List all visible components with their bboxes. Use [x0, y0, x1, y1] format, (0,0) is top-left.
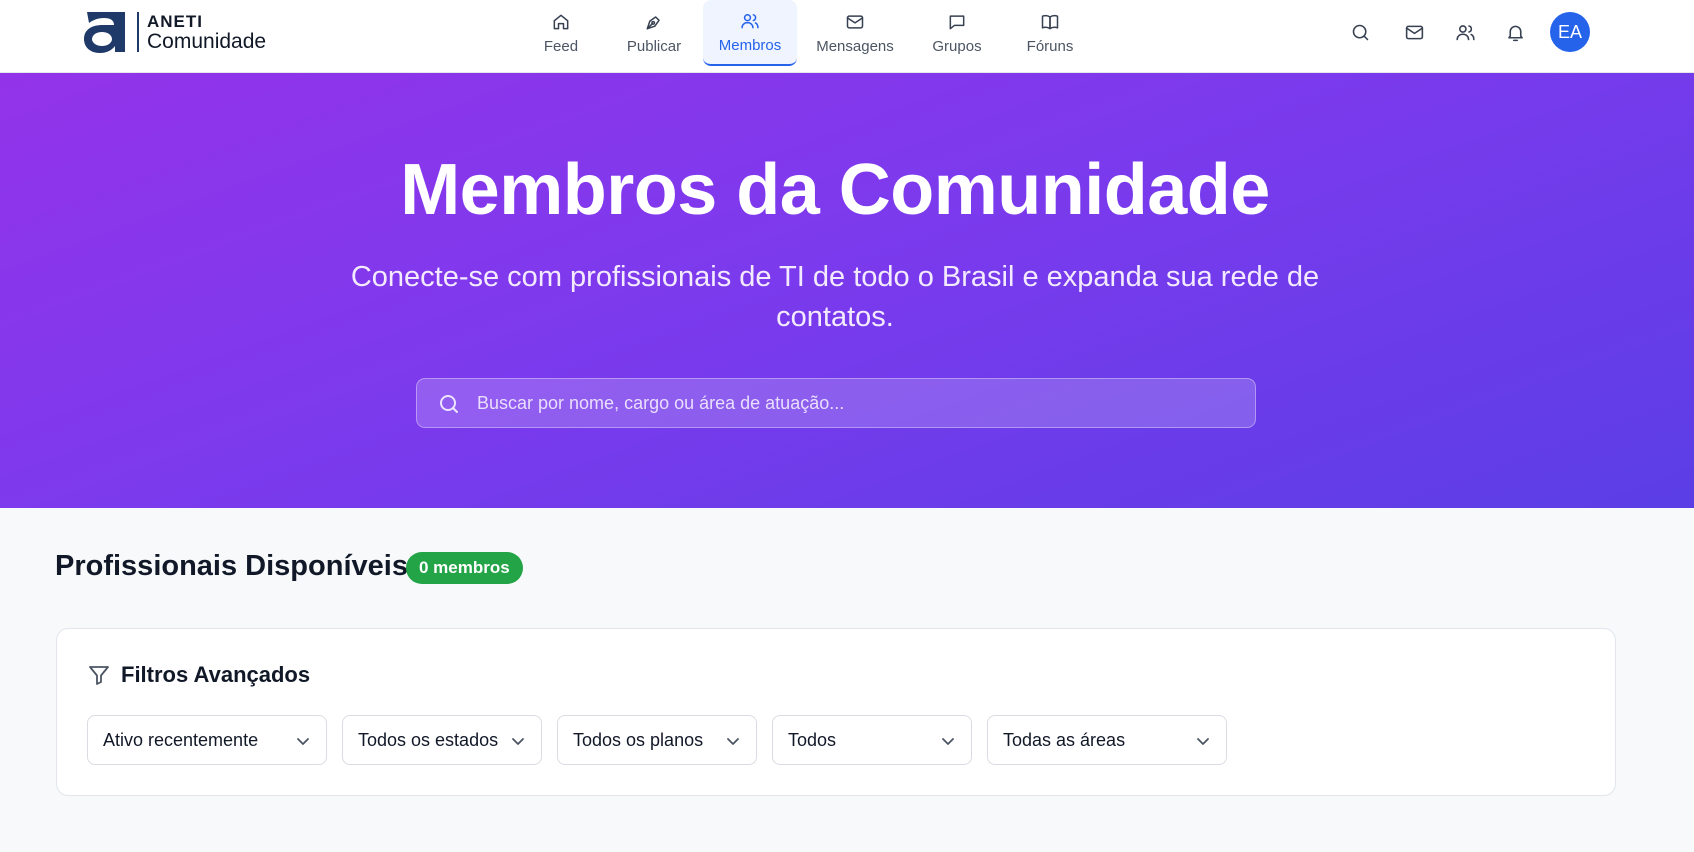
section-title: Profissionais Disponíveis — [55, 550, 408, 582]
filter-type-select[interactable]: Todos — [772, 715, 972, 765]
filter-area-value: Todas as áreas — [1003, 729, 1126, 750]
filter-icon — [89, 666, 109, 685]
chevron-down-icon — [1197, 738, 1209, 745]
chat-icon — [949, 14, 965, 29]
header-connections-button[interactable] — [1452, 19, 1478, 45]
chevron-down-icon — [727, 738, 739, 745]
pen-icon — [646, 15, 660, 29]
nav-publicar[interactable]: Publicar — [618, 0, 690, 66]
member-count-badge: 0 membros — [406, 552, 523, 584]
header-search-button[interactable] — [1347, 19, 1373, 45]
filter-plan-value: Todos os planos — [573, 729, 704, 750]
nav-grupos[interactable]: Grupos — [925, 0, 989, 66]
chevron-down-icon — [512, 738, 524, 745]
nav-foruns[interactable]: Fóruns — [1020, 0, 1080, 66]
book-icon — [1041, 14, 1059, 29]
filter-activity-value: Ativo recentemente — [103, 729, 259, 750]
nav-feed-label: Feed — [543, 37, 579, 55]
aneti-logo[interactable]: ANETI Comunidade — [81, 10, 266, 54]
mail-icon — [1405, 25, 1423, 39]
logo-mark-icon — [84, 12, 125, 53]
page-title: Membros da Comunidade — [400, 150, 1270, 230]
filter-state-select[interactable]: Todos os estados — [342, 715, 542, 765]
filters-title: Filtros Avançados — [121, 662, 311, 687]
member-search — [416, 378, 1256, 428]
filter-state-value: Todos os estados — [358, 729, 499, 750]
top-header: ANETI Comunidade Feed Publicar Membros M… — [0, 0, 1694, 73]
hero-banner: Membros da Comunidade Conecte-se com pro… — [0, 73, 1694, 508]
header-notifications-button[interactable] — [1502, 19, 1528, 45]
chevron-down-icon — [942, 738, 954, 745]
nav-mensagens[interactable]: Mensagens — [812, 0, 898, 66]
advanced-filters-panel: Filtros Avançados Ativo recentemente Tod… — [56, 628, 1616, 796]
filter-area-select[interactable]: Todas as áreas — [987, 715, 1227, 765]
users-icon — [1455, 24, 1475, 40]
home-icon — [553, 14, 569, 29]
member-search-input[interactable] — [477, 379, 1247, 427]
nav-feed[interactable]: Feed — [530, 0, 592, 66]
logo-subtitle: Comunidade — [147, 29, 267, 53]
user-avatar[interactable]: EA — [1550, 12, 1590, 52]
search-icon — [440, 395, 458, 413]
filter-type-value: Todos — [788, 729, 837, 750]
nav-foruns-label: Fóruns — [1026, 37, 1074, 55]
logo-brand: ANETI — [147, 11, 203, 31]
filters-header: Filtros Avançados — [87, 662, 310, 688]
bell-icon — [1507, 25, 1523, 41]
users-icon — [741, 13, 759, 28]
filter-plan-select[interactable]: Todos os planos — [557, 715, 757, 765]
nav-grupos-label: Grupos — [932, 37, 982, 55]
nav-publicar-label: Publicar — [626, 37, 682, 55]
nav-membros-label: Membros — [718, 36, 782, 54]
page-subtitle: Conecte-se com profissionais de TI de to… — [350, 261, 1320, 333]
nav-mensagens-label: Mensagens — [816, 37, 894, 55]
nav-membros[interactable]: Membros — [703, 0, 797, 66]
search-icon — [1352, 24, 1368, 40]
filter-activity-select[interactable]: Ativo recentemente — [87, 715, 327, 765]
logo-divider — [137, 12, 139, 52]
mail-icon — [846, 14, 864, 29]
chevron-down-icon — [297, 738, 309, 745]
header-messages-button[interactable] — [1401, 19, 1427, 45]
